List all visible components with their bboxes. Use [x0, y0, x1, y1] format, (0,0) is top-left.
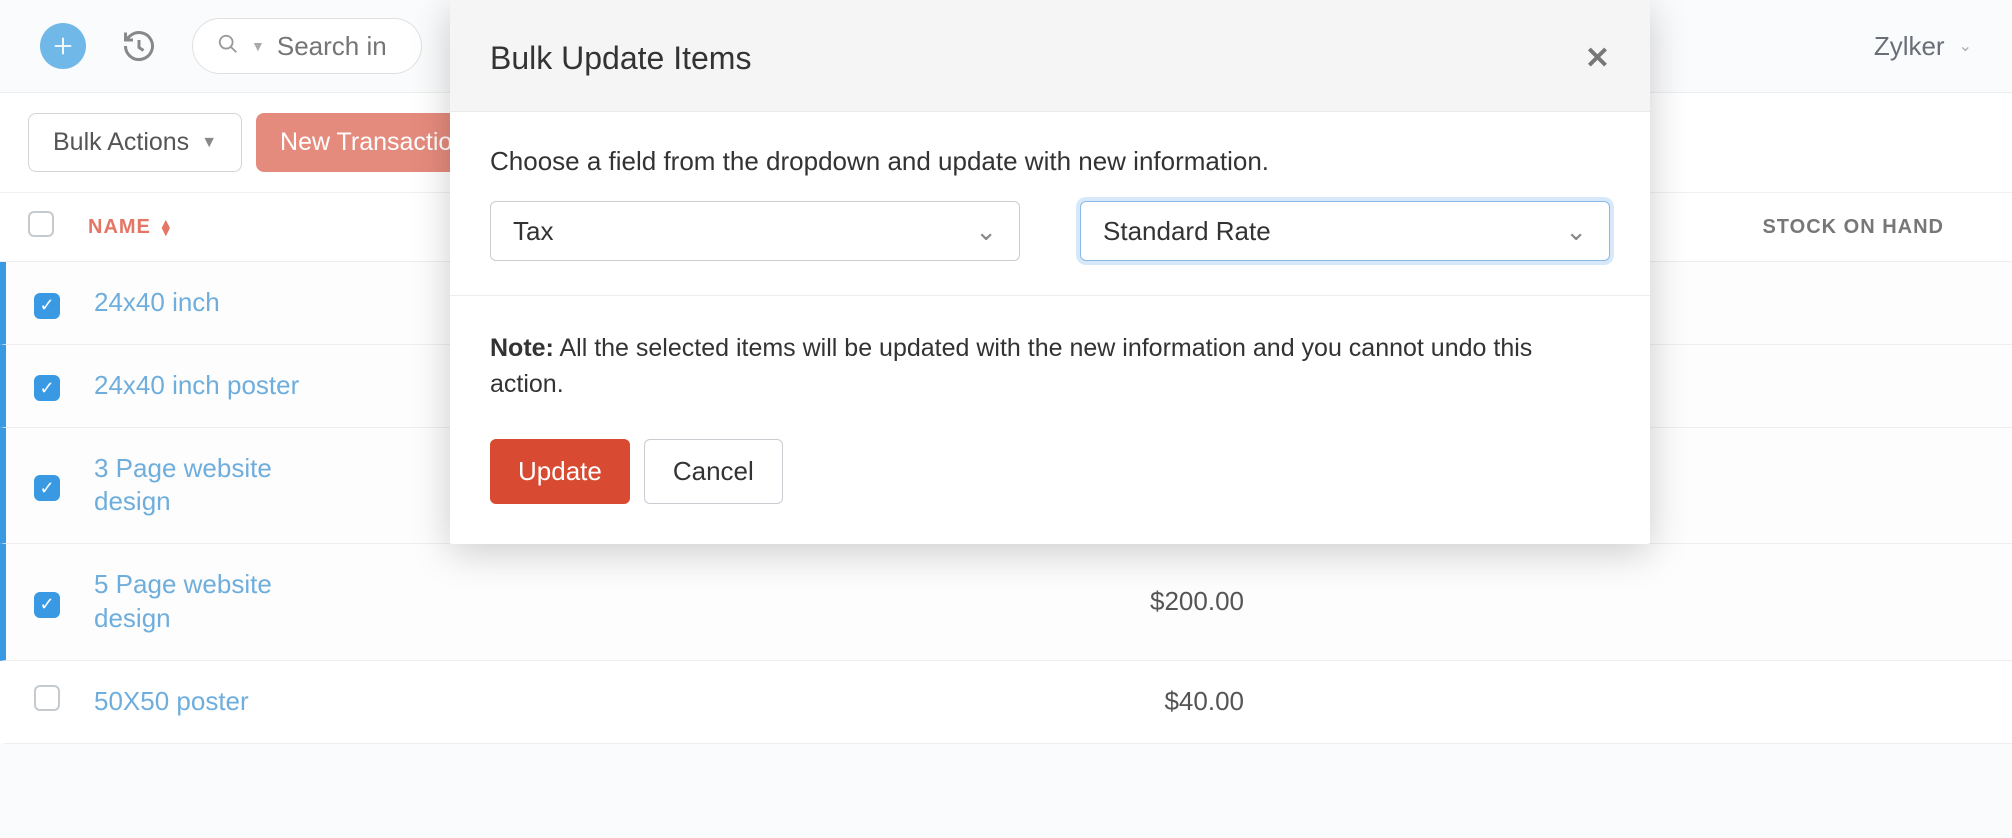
modal-header: Bulk Update Items ✕	[450, 0, 1650, 112]
item-name-link[interactable]: 24x40 inch poster	[94, 369, 354, 403]
history-button[interactable]	[116, 23, 162, 69]
modal-note: Note: All the selected items will be upd…	[490, 330, 1610, 403]
bulk-actions-label: Bulk Actions	[53, 128, 189, 157]
caret-down-icon: ▼	[201, 134, 217, 152]
value-select[interactable]: Standard Rate ⌄	[1080, 201, 1610, 261]
add-button[interactable]	[40, 23, 86, 69]
close-icon: ✕	[1585, 42, 1610, 75]
org-switcher[interactable]: Zylker ⌄	[1874, 31, 1972, 62]
divider	[450, 295, 1650, 296]
table-row: ✓ 5 Page website design $200.00	[0, 544, 2012, 661]
item-name-link[interactable]: 3 Page website design	[94, 452, 354, 520]
bulk-update-modal: Bulk Update Items ✕ Choose a field from …	[450, 0, 1650, 544]
search-input[interactable]	[277, 31, 397, 62]
plus-icon	[52, 35, 74, 57]
row-checkbox[interactable]: ✓	[34, 375, 60, 401]
history-icon	[121, 28, 157, 64]
search-icon	[217, 31, 239, 62]
row-checkbox[interactable]: ✓	[34, 293, 60, 319]
modal-title: Bulk Update Items	[490, 40, 751, 77]
item-name-link[interactable]: 24x40 inch	[94, 286, 354, 320]
note-label: Note:	[490, 334, 554, 362]
note-text: All the selected items will be updated w…	[490, 334, 1532, 398]
item-price: $200.00	[1150, 586, 1244, 617]
bulk-actions-button[interactable]: Bulk Actions ▼	[28, 113, 242, 172]
search-box[interactable]: ▼	[192, 18, 422, 74]
table-row: 50X50 poster $40.00	[0, 661, 2012, 744]
chevron-down-icon: ⌄	[1959, 36, 1972, 56]
row-checkbox[interactable]: ✓	[34, 475, 60, 501]
new-transaction-label: New Transaction	[280, 128, 466, 156]
cancel-button[interactable]: Cancel	[644, 439, 783, 504]
sort-icon: ▲▼	[159, 219, 174, 236]
search-scope-caret-icon[interactable]: ▼	[251, 38, 265, 54]
modal-instruction: Choose a field from the dropdown and upd…	[490, 146, 1610, 177]
select-all-checkbox[interactable]	[28, 211, 54, 237]
row-checkbox[interactable]	[34, 685, 60, 711]
column-header-stock[interactable]: STOCK ON HAND	[1604, 216, 1944, 239]
update-button[interactable]: Update	[490, 439, 630, 504]
modal-close-button[interactable]: ✕	[1585, 41, 1610, 76]
org-name: Zylker	[1874, 31, 1945, 62]
value-select-value: Standard Rate	[1103, 216, 1271, 247]
field-select-value: Tax	[513, 216, 553, 247]
chevron-down-icon: ⌄	[975, 216, 997, 247]
chevron-down-icon: ⌄	[1565, 216, 1587, 247]
item-price: $40.00	[1164, 686, 1244, 717]
item-name-link[interactable]: 50X50 poster	[94, 685, 354, 719]
item-name-link[interactable]: 5 Page website design	[94, 568, 354, 636]
field-select[interactable]: Tax ⌄	[490, 201, 1020, 261]
row-checkbox[interactable]: ✓	[34, 592, 60, 618]
